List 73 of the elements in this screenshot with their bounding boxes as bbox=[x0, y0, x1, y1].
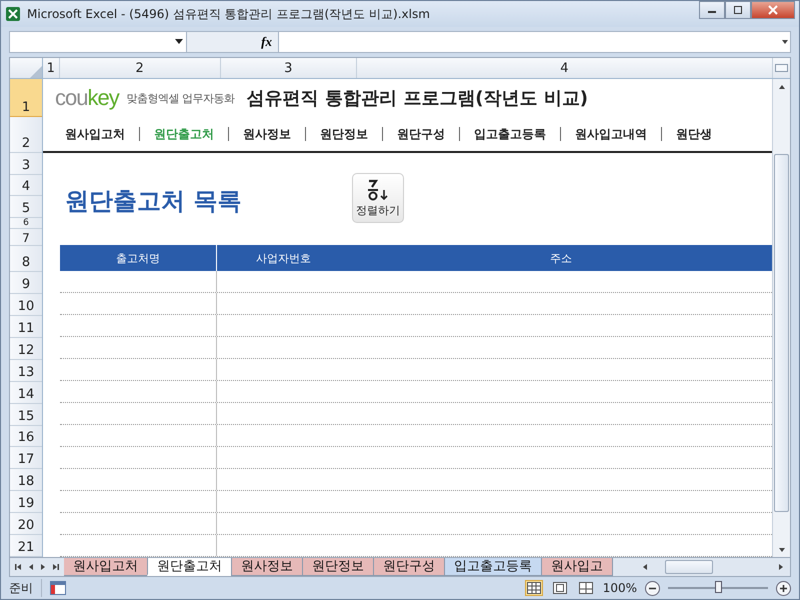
maximize-icon bbox=[733, 6, 743, 14]
row-header[interactable]: 8 bbox=[10, 246, 42, 272]
column-heading: 주소 bbox=[548, 250, 573, 266]
row-header[interactable]: 17 bbox=[10, 447, 42, 470]
nav-link[interactable]: 원단정보 bbox=[306, 126, 382, 142]
page-break-button[interactable] bbox=[576, 580, 595, 596]
zoom-slider-thumb[interactable] bbox=[715, 581, 722, 593]
last-sheet-icon[interactable] bbox=[50, 562, 60, 572]
dropdown-icon[interactable] bbox=[175, 39, 183, 45]
sheet-tab[interactable]: 원단구성 bbox=[373, 558, 445, 576]
nav-link[interactable]: 원단출고처 bbox=[140, 126, 228, 142]
column-heading: 사업자번호 bbox=[254, 250, 312, 266]
row-header[interactable]: 1 bbox=[10, 79, 42, 117]
sort-icon bbox=[366, 178, 390, 202]
sheet-tab[interactable]: 원단정보 bbox=[302, 558, 374, 576]
row-header[interactable]: 19 bbox=[10, 491, 42, 514]
zoom-level: 100% bbox=[602, 581, 637, 595]
row-header[interactable]: 14 bbox=[10, 382, 42, 404]
zoom-in-button[interactable] bbox=[776, 580, 791, 596]
section-title: 원단출고처 목록 bbox=[64, 186, 242, 217]
first-sheet-icon[interactable] bbox=[14, 562, 24, 572]
row-header[interactable]: 11 bbox=[10, 316, 42, 338]
sort-button[interactable]: 정렬하기 bbox=[352, 173, 404, 223]
window-title: Microsoft Excel - (5496) 섬유편직 통합관리 프로그램(작년도 비교).xlsm bbox=[27, 6, 431, 22]
column-header[interactable]: 3 bbox=[220, 58, 357, 78]
status-text: 준비 bbox=[9, 580, 33, 596]
row-header[interactable]: 3 bbox=[10, 152, 42, 175]
row-header[interactable]: 10 bbox=[10, 294, 42, 316]
row-header[interactable]: 2 bbox=[10, 116, 42, 153]
nav-link[interactable]: 원단생 bbox=[662, 126, 726, 142]
nav-link[interactable]: 원사입고처 bbox=[55, 126, 139, 142]
row-header[interactable]: 16 bbox=[10, 426, 42, 448]
nav-link[interactable]: 원사정보 bbox=[229, 126, 305, 142]
function-button[interactable]: fx bbox=[261, 34, 272, 50]
row-header[interactable]: 13 bbox=[10, 360, 42, 382]
minimize-button[interactable] bbox=[699, 1, 725, 19]
scroll-thumb[interactable] bbox=[665, 560, 713, 574]
row-header[interactable]: 4 bbox=[10, 174, 42, 196]
column-heading: 출고처명 bbox=[60, 245, 217, 271]
sheet-tab[interactable]: 입고출고등록 bbox=[444, 558, 542, 576]
sheet-tab[interactable]: 원사입고 bbox=[541, 558, 613, 576]
row-header[interactable]: 9 bbox=[10, 272, 42, 294]
column-header[interactable]: 1 bbox=[42, 58, 60, 78]
sheet-tab[interactable]: 원단출고처 bbox=[147, 558, 232, 576]
column-header[interactable]: 4 bbox=[356, 58, 774, 78]
normal-view-button[interactable] bbox=[524, 580, 543, 596]
logo: coukey bbox=[55, 85, 119, 111]
sheet-tab[interactable]: 원사정보 bbox=[231, 558, 303, 576]
scroll-thumb[interactable] bbox=[774, 154, 789, 512]
row-header[interactable]: 12 bbox=[10, 338, 42, 360]
nav-link[interactable]: 원단구성 bbox=[383, 126, 459, 142]
page-layout-button[interactable] bbox=[550, 580, 569, 596]
sheet-tab[interactable]: 원사입고처 bbox=[64, 558, 148, 576]
logo-tagline: 맞춤형엑셀 업무자동화 bbox=[126, 90, 235, 106]
program-title: 섬유편직 통합관리 프로그램(작년도 비교) bbox=[246, 87, 588, 110]
plus-icon bbox=[779, 584, 788, 592]
zoom-out-button[interactable] bbox=[645, 580, 660, 596]
row-header[interactable]: 18 bbox=[10, 469, 42, 492]
maximize-button[interactable] bbox=[725, 1, 751, 19]
macro-icon[interactable] bbox=[50, 581, 66, 595]
row-header[interactable]: 15 bbox=[10, 404, 42, 426]
row-header[interactable]: 7 bbox=[10, 229, 42, 246]
row-header[interactable]: 5 bbox=[10, 196, 42, 218]
close-icon bbox=[768, 5, 778, 15]
nav-link[interactable]: 원사입고내역 bbox=[561, 126, 661, 142]
formula-input[interactable] bbox=[279, 31, 791, 53]
excel-icon bbox=[5, 6, 21, 22]
row-header[interactable]: 20 bbox=[10, 513, 42, 536]
column-header[interactable]: 2 bbox=[60, 58, 221, 78]
row-header[interactable]: 6 bbox=[10, 218, 42, 230]
nav-link[interactable]: 입고출고등록 bbox=[460, 126, 560, 142]
split-icon[interactable] bbox=[775, 64, 788, 72]
close-button[interactable] bbox=[751, 1, 795, 19]
